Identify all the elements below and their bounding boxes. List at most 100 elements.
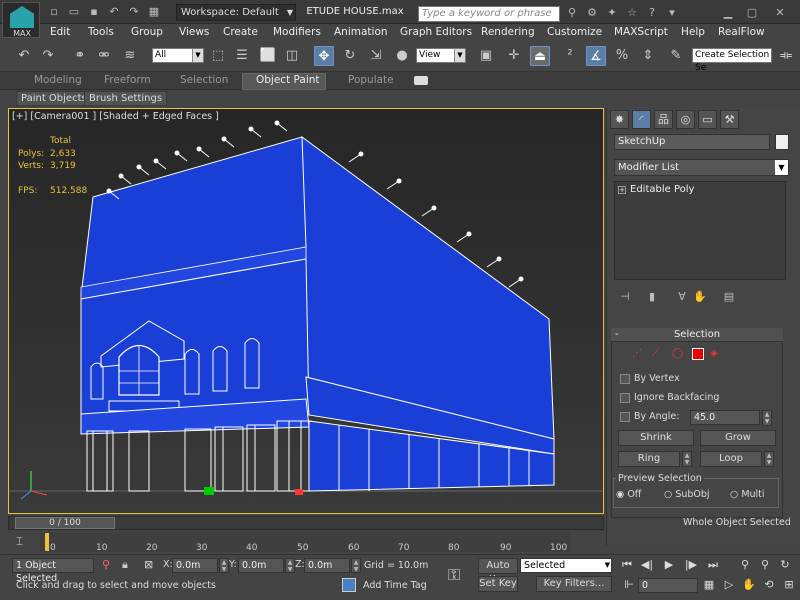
- new-file-icon[interactable]: ▫: [46, 5, 62, 19]
- create-panel-icon[interactable]: ✸: [610, 110, 629, 129]
- play-icon[interactable]: ▶: [660, 556, 678, 574]
- subscription-icon[interactable]: ⚙: [584, 6, 600, 20]
- maxscript-listener-icon[interactable]: ⚲: [102, 558, 110, 571]
- zoom-all-icon[interactable]: ⚲: [756, 556, 774, 574]
- spinner-snap-icon[interactable]: ⇕: [638, 46, 658, 66]
- save-icon[interactable]: ▪: [86, 5, 102, 19]
- tab-populate[interactable]: Populate: [348, 74, 394, 86]
- menu-customize[interactable]: Customize: [547, 26, 602, 38]
- keyboard-shortcut-override-icon[interactable]: ⏏: [530, 46, 550, 66]
- zoom-icon[interactable]: ⚲: [736, 556, 754, 574]
- favorites-icon[interactable]: ☆: [624, 6, 640, 20]
- preview-multi-radio[interactable]: ○ Multi: [730, 489, 765, 500]
- named-selection-set-input[interactable]: Create Selection Se: [692, 48, 772, 73]
- absolute-mode-icon[interactable]: ⊠: [144, 558, 153, 571]
- show-end-result-icon[interactable]: ▮: [645, 290, 659, 304]
- object-color-swatch[interactable]: [775, 134, 789, 150]
- add-time-tag-button[interactable]: Add Time Tag: [363, 580, 427, 591]
- hierarchy-panel-icon[interactable]: 品: [654, 110, 673, 129]
- x-spinner[interactable]: ▲ ▼: [219, 558, 229, 573]
- loop-button[interactable]: Loop: [700, 451, 762, 467]
- menu-maxscript[interactable]: MAXScript: [614, 26, 668, 38]
- maximize-icon[interactable]: ▢: [744, 6, 760, 20]
- reference-coordinate-select[interactable]: View ▼: [416, 48, 466, 63]
- next-frame-icon[interactable]: |▶: [682, 556, 700, 574]
- select-and-scale-icon[interactable]: ⇲: [366, 46, 386, 66]
- set-key-button[interactable]: Set Key: [478, 576, 518, 592]
- unlink-icon[interactable]: ⚮: [94, 46, 114, 66]
- menu-help[interactable]: Help: [681, 26, 705, 38]
- open-file-icon[interactable]: ▭: [66, 5, 82, 19]
- redo-icon[interactable]: ↷: [126, 5, 142, 19]
- workspace-select[interactable]: Workspace: Default ▼: [176, 4, 296, 21]
- key-mode-toggle-icon[interactable]: ⊩: [620, 576, 638, 594]
- search-input[interactable]: Type a keyword or phrase: [418, 6, 560, 22]
- key-mode-select[interactable]: Selected ▼: [520, 558, 612, 573]
- menu-tools[interactable]: Tools: [88, 26, 114, 38]
- edge-mode-icon[interactable]: ⟋: [652, 348, 664, 360]
- menu-animation[interactable]: Animation: [334, 26, 388, 38]
- field-of-view-icon[interactable]: ▷: [720, 576, 738, 594]
- ring-button[interactable]: Ring: [618, 451, 680, 467]
- app-menu-button[interactable]: MAX: [2, 2, 40, 38]
- binoculars-icon[interactable]: ⚲: [564, 6, 580, 20]
- border-mode-icon[interactable]: ◯: [672, 348, 684, 360]
- subtab-paint-objects[interactable]: Paint Objects: [16, 91, 92, 106]
- rectangular-selection-icon[interactable]: ⬜: [258, 46, 278, 66]
- time-slider-thumb[interactable]: 0 / 100: [15, 517, 115, 529]
- ignore-backfacing-checkbox[interactable]: [620, 393, 630, 403]
- motion-panel-icon[interactable]: ◎: [676, 110, 695, 129]
- pan-icon[interactable]: ✋: [740, 576, 758, 594]
- preview-subobj-radio[interactable]: ○ SubObj: [664, 489, 710, 500]
- pin-stack-icon[interactable]: ⊣: [618, 290, 632, 304]
- expand-icon[interactable]: +: [618, 186, 626, 194]
- communication-icon[interactable]: ✦: [604, 6, 620, 20]
- modify-panel-icon[interactable]: ◜: [632, 110, 651, 129]
- display-panel-icon[interactable]: ▭: [698, 110, 717, 129]
- menu-realflow[interactable]: RealFlow: [718, 26, 765, 38]
- menu-edit[interactable]: Edit: [50, 26, 70, 38]
- make-unique-icon[interactable]: ∀: [675, 290, 689, 304]
- selection-rollout-header[interactable]: - Selection: [611, 328, 783, 342]
- ribbon-options-icon[interactable]: [414, 76, 428, 85]
- current-frame-input[interactable]: 0: [638, 578, 698, 593]
- link-icon[interactable]: ⚭: [70, 46, 90, 66]
- angle-input[interactable]: 45.0: [690, 410, 760, 425]
- subtab-brush-settings[interactable]: Brush Settings: [84, 91, 168, 106]
- menu-group[interactable]: Group: [131, 26, 163, 38]
- select-and-place-icon[interactable]: ●: [392, 46, 412, 66]
- tab-freeform[interactable]: Freeform: [104, 74, 151, 86]
- orbit-camera-icon[interactable]: ⟲: [760, 576, 778, 594]
- tab-selection[interactable]: Selection: [180, 74, 228, 86]
- bind-space-warp-icon[interactable]: ≋: [120, 46, 140, 66]
- edit-named-selection-icon[interactable]: ✎: [666, 46, 686, 66]
- utilities-panel-icon[interactable]: ⚒: [720, 110, 739, 129]
- time-tag-icon[interactable]: [342, 578, 356, 592]
- modifier-stack[interactable]: [614, 181, 786, 280]
- by-vertex-checkbox[interactable]: [620, 374, 630, 384]
- select-manipulate-icon[interactable]: ✛: [504, 46, 524, 66]
- percent-snap-icon[interactable]: %: [612, 46, 632, 66]
- loop-spinner[interactable]: ▲ ▼: [764, 451, 774, 467]
- previous-frame-icon[interactable]: ◀|: [638, 556, 656, 574]
- camera-viewport[interactable]: [8, 108, 604, 514]
- z-spinner[interactable]: ▲ ▼: [351, 558, 361, 573]
- remove-modifier-icon[interactable]: ✋: [693, 290, 707, 304]
- menu-views[interactable]: Views: [179, 26, 209, 38]
- minimize-icon[interactable]: ▁: [720, 6, 736, 20]
- element-mode-icon[interactable]: ◈: [710, 348, 722, 360]
- help-dropdown-icon[interactable]: ▾: [664, 6, 680, 20]
- stack-item-editable-poly[interactable]: + Editable Poly: [618, 184, 694, 195]
- redo-icon[interactable]: ↷: [38, 46, 58, 66]
- preview-off-radio[interactable]: ◉ Off: [616, 489, 641, 500]
- building-model[interactable]: [9, 109, 603, 513]
- close-icon[interactable]: ✕: [772, 6, 788, 20]
- help-icon[interactable]: ?: [644, 6, 660, 20]
- set-key-icon[interactable]: ⚿: [448, 565, 460, 585]
- selection-filter-select[interactable]: All ▼: [152, 48, 204, 63]
- select-by-name-icon[interactable]: ☰: [232, 46, 252, 66]
- hold-icon[interactable]: ▦: [146, 5, 162, 19]
- maximize-viewport-icon[interactable]: ⊞: [780, 576, 798, 594]
- snaps-toggle-icon[interactable]: ²: [560, 46, 580, 66]
- tab-modeling[interactable]: Modeling: [34, 74, 82, 86]
